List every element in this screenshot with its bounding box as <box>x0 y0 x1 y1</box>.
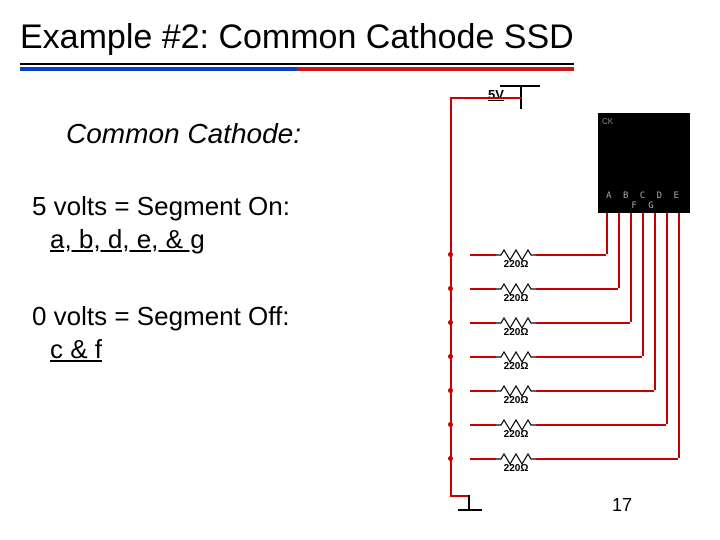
wire-riser <box>654 225 656 390</box>
subheading: Common Cathode: <box>66 118 301 150</box>
slide-title: Example #2: Common Cathode SSD <box>20 18 574 65</box>
junction-dot <box>448 286 453 291</box>
wire-segment <box>470 458 496 460</box>
ssd-pin-lead <box>618 213 620 225</box>
wire-segment <box>536 254 606 256</box>
bus-vertical <box>450 97 452 495</box>
ground-stem <box>468 495 470 509</box>
wire-segment <box>470 424 496 426</box>
on-line: 5 volts = Segment On: <box>32 191 290 221</box>
pin-labels: A B C D E F G <box>598 191 690 211</box>
junction-dot <box>448 320 453 325</box>
wire-segment <box>470 390 496 392</box>
junction-dot <box>448 354 453 359</box>
ssd-pin-lead <box>678 213 680 225</box>
bus-horizontal <box>450 97 522 99</box>
supply-label: 5V <box>488 87 504 102</box>
ssd-pin-lead <box>654 213 656 225</box>
resistor-label: 220Ω <box>496 293 536 304</box>
wire-riser <box>606 225 608 254</box>
schematic: 5V CK A B C D E F G 220Ω 220Ω 220Ω 220Ω 220Ω… <box>420 85 710 510</box>
wire-riser <box>630 225 632 322</box>
on-segments: a, b, d, e, & g <box>50 224 205 254</box>
wire-segment <box>470 254 496 256</box>
wire-riser <box>666 225 668 424</box>
wire-segment <box>536 288 618 290</box>
segment-off-block: 0 volts = Segment Off: c & f <box>32 300 290 365</box>
resistor-label: 220Ω <box>496 361 536 372</box>
wire-segment <box>536 356 642 358</box>
off-segments: c & f <box>50 334 102 364</box>
wire-riser <box>678 225 680 458</box>
resistor-label: 220Ω <box>496 429 536 440</box>
off-line: 0 volts = Segment Off: <box>32 301 290 331</box>
ssd-pin-lead <box>642 213 644 225</box>
ssd-component: CK A B C D E F G <box>598 113 690 213</box>
ssd-pin-lead <box>606 213 608 225</box>
wire-segment <box>470 288 496 290</box>
segment-on-block: 5 volts = Segment On: a, b, d, e, & g <box>32 190 290 255</box>
component-ref: CK <box>602 117 613 126</box>
resistor-label: 220Ω <box>496 259 536 270</box>
junction-dot <box>448 422 453 427</box>
wire-riser <box>642 225 644 356</box>
ssd-pin-lead <box>666 213 668 225</box>
junction-dot <box>448 456 453 461</box>
wire-segment <box>536 424 666 426</box>
ssd-leads <box>598 213 690 225</box>
junction-dot <box>448 388 453 393</box>
ground-wire <box>450 495 470 497</box>
junction-dot <box>448 252 453 257</box>
ssd-pin-lead <box>630 213 632 225</box>
wire-riser <box>618 225 620 288</box>
wire-segment <box>470 356 496 358</box>
wire-segment <box>536 458 678 460</box>
wire-segment <box>536 390 654 392</box>
wire-segment <box>470 322 496 324</box>
resistor-label: 220Ω <box>496 463 536 474</box>
wire-segment <box>536 322 630 324</box>
resistor-label: 220Ω <box>496 327 536 338</box>
resistor-label: 220Ω <box>496 395 536 406</box>
